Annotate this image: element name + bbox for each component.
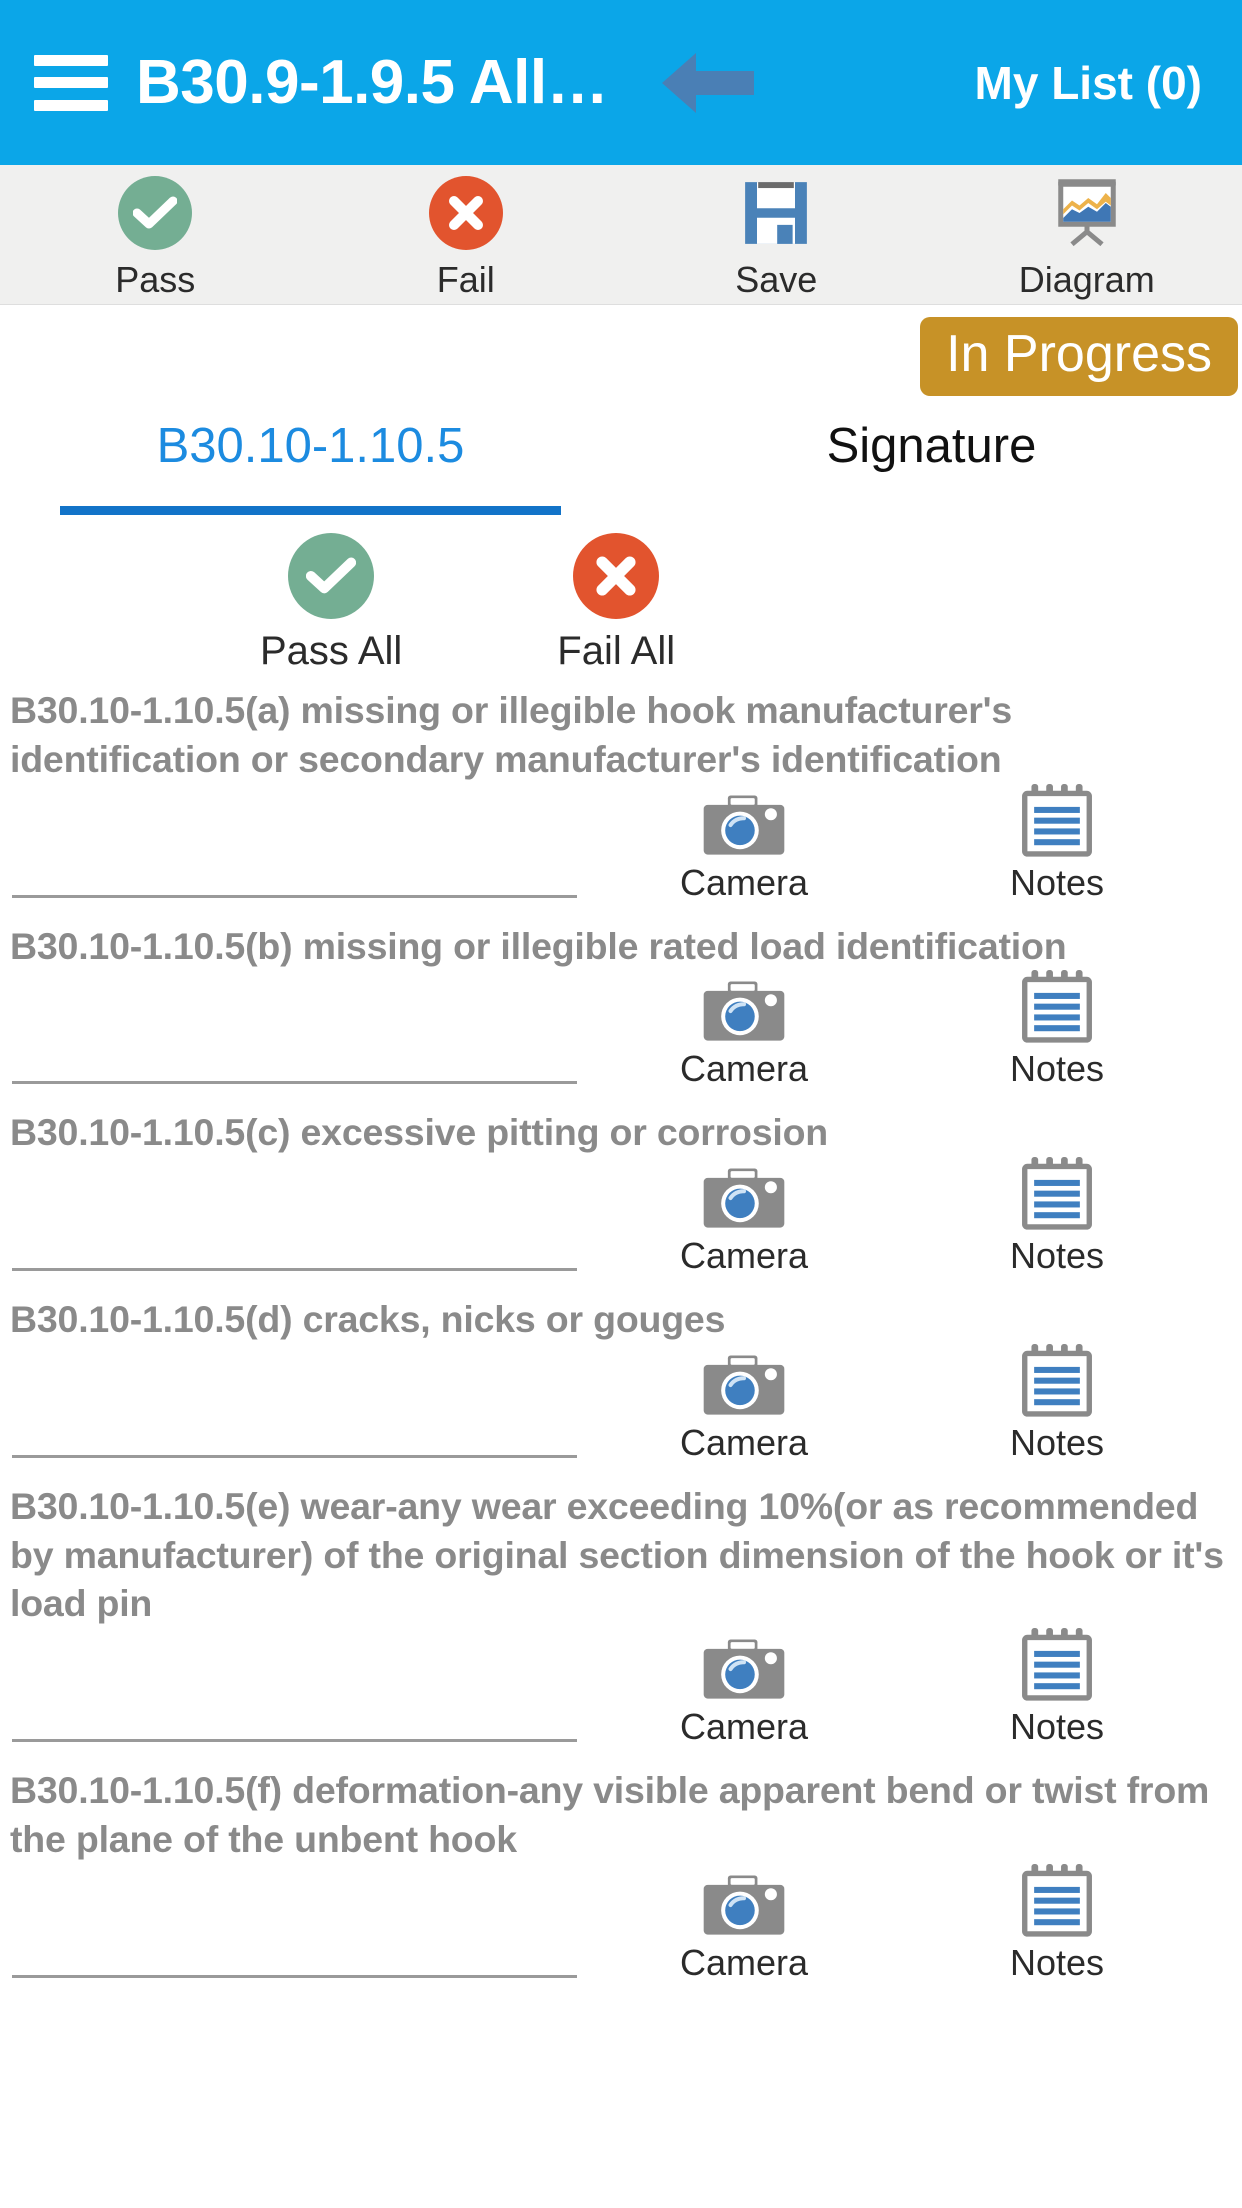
camera-button[interactable]: Camera: [680, 966, 808, 1090]
diagram-button[interactable]: Diagram: [932, 165, 1242, 301]
camera-label: Camera: [680, 1421, 809, 1463]
tab-bar: B30.10-1.10.5 Signature: [0, 400, 1242, 515]
notes-button[interactable]: Notes: [1010, 1340, 1104, 1464]
camera-icon: [701, 1860, 787, 1938]
tab-signature[interactable]: Signature: [621, 400, 1242, 515]
inspection-item-row: Camera Notes: [0, 783, 1242, 914]
inspection-item-text: B30.10-1.10.5(c) excessive pitting or co…: [10, 1111, 829, 1154]
pass-all-button[interactable]: Pass All: [260, 533, 402, 674]
inspection-item-input[interactable]: [12, 1357, 577, 1458]
camera-icon: [701, 1340, 787, 1418]
tab-b30-10-1-10-5[interactable]: B30.10-1.10.5: [0, 400, 621, 515]
notepad-icon: [1019, 1624, 1095, 1702]
inspection-item: B30.10-1.10.5(a) missing or illegible ho…: [0, 678, 1242, 914]
inspection-item: B30.10-1.10.5(c) excessive pitting or co…: [0, 1100, 1242, 1287]
bulk-action-row: Pass All Fail All: [0, 515, 1242, 678]
my-list-button[interactable]: My List (0): [975, 56, 1208, 110]
camera-icon: [701, 966, 787, 1044]
inspection-item-text: B30.10-1.10.5(e) wear-any wear exceeding…: [10, 1484, 1224, 1625]
page-title: B30.9-1.9.5 All…: [136, 48, 609, 117]
x-circle-icon: [573, 533, 660, 619]
notepad-icon: [1019, 966, 1095, 1044]
camera-button[interactable]: Camera: [680, 1860, 808, 1984]
notes-button[interactable]: Notes: [1010, 1860, 1104, 1984]
notepad-icon: [1019, 1860, 1095, 1938]
tab-label: B30.10-1.10.5: [156, 419, 465, 473]
camera-label: Camera: [680, 1235, 809, 1276]
floppy-disk-icon: [738, 175, 814, 251]
hamburger-bar: [34, 77, 108, 88]
inspection-item-row: Camera Notes: [0, 1628, 1242, 1758]
tab-active-underline: [60, 506, 561, 515]
inspection-item-row: Camera Notes: [0, 1157, 1242, 1287]
camera-button[interactable]: Camera: [680, 1153, 808, 1277]
fail-button[interactable]: Fail: [311, 165, 622, 301]
inspection-item-input[interactable]: [12, 984, 577, 1085]
camera-button[interactable]: Camera: [680, 1340, 808, 1464]
inspection-item-text: B30.10-1.10.5(d) cracks, nicks or gouges: [10, 1298, 726, 1340]
fail-button-label: Fail: [436, 259, 495, 300]
inspection-item-row: Camera Notes: [0, 1343, 1242, 1474]
check-circle-icon: [118, 175, 193, 251]
camera-icon: [701, 1624, 787, 1702]
inspection-item-input[interactable]: [12, 1877, 577, 1978]
notes-label: Notes: [1010, 1941, 1105, 1983]
inspection-item-input[interactable]: [12, 1171, 577, 1271]
notes-label: Notes: [1010, 1235, 1105, 1276]
pass-all-label: Pass All: [260, 629, 403, 673]
notes-button[interactable]: Notes: [1010, 1153, 1104, 1277]
check-circle-icon: [288, 533, 375, 619]
camera-label: Camera: [680, 1048, 809, 1090]
diagram-button-label: Diagram: [1018, 259, 1155, 300]
inspection-item-row: Camera Notes: [0, 970, 1242, 1100]
camera-icon: [701, 780, 787, 858]
fail-all-button[interactable]: Fail All: [557, 533, 675, 674]
hamburger-bar: [34, 99, 108, 111]
inspection-item-text: B30.10-1.10.5(b) missing or illegible ra…: [10, 924, 1067, 967]
pass-button[interactable]: Pass: [0, 165, 311, 301]
camera-icon: [701, 1153, 787, 1231]
notes-label: Notes: [1010, 861, 1105, 903]
notes-label: Notes: [1010, 1421, 1105, 1463]
fail-all-label: Fail All: [557, 629, 676, 673]
pass-button-label: Pass: [115, 259, 196, 300]
inspection-item: B30.10-1.10.5(b) missing or illegible ra…: [0, 914, 1242, 1101]
camera-button[interactable]: Camera: [680, 1624, 808, 1748]
notes-button[interactable]: Notes: [1010, 1624, 1104, 1748]
notes-button[interactable]: Notes: [1010, 966, 1104, 1090]
inspection-item: B30.10-1.10.5(e) wear-any wear exceeding…: [0, 1474, 1242, 1758]
notes-label: Notes: [1010, 1048, 1105, 1090]
notepad-icon: [1019, 1340, 1095, 1418]
camera-button[interactable]: Camera: [680, 780, 808, 904]
inspection-item-row: Camera Notes: [0, 1863, 1242, 1994]
notes-button[interactable]: Notes: [1010, 780, 1104, 904]
notes-label: Notes: [1010, 1706, 1105, 1747]
back-arrow-icon[interactable]: [656, 47, 760, 119]
inspection-item-text: B30.10-1.10.5(a) missing or illegible ho…: [10, 689, 1013, 780]
save-button[interactable]: Save: [621, 165, 932, 301]
inspection-item-text: B30.10-1.10.5(f) deformation-any visible…: [10, 1769, 1210, 1860]
hamburger-bar: [34, 54, 108, 66]
camera-label: Camera: [680, 1706, 809, 1747]
x-circle-icon: [428, 175, 503, 251]
notepad-icon: [1019, 1153, 1095, 1231]
camera-label: Camera: [680, 861, 809, 903]
save-button-label: Save: [735, 259, 818, 300]
inspection-item: B30.10-1.10.5(d) cracks, nicks or gouges…: [0, 1287, 1242, 1474]
notepad-icon: [1019, 780, 1095, 858]
inspection-item-input[interactable]: [12, 1642, 577, 1742]
presentation-chart-icon: [1047, 175, 1127, 251]
tab-label: Signature: [826, 419, 1037, 473]
camera-label: Camera: [680, 1941, 809, 1983]
app-header: B30.9-1.9.5 All… My List (0): [0, 0, 1242, 165]
inspection-item-input[interactable]: [12, 797, 577, 898]
inspection-item: B30.10-1.10.5(f) deformation-any visible…: [0, 1758, 1242, 1994]
hamburger-menu-icon[interactable]: [34, 54, 108, 111]
status-row: In Progress: [0, 305, 1242, 400]
status-badge: In Progress: [920, 317, 1238, 396]
action-toolbar: Pass Fail Save Diagram: [0, 165, 1242, 305]
inspection-item-list: B30.10-1.10.5(a) missing or illegible ho…: [0, 678, 1242, 1994]
